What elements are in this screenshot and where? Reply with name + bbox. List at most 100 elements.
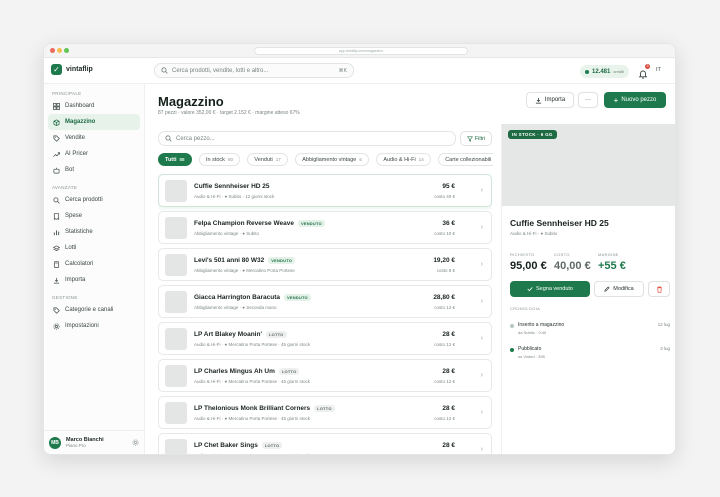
close-dot[interactable] [50,48,55,53]
sidebar-item-categorie-canali[interactable]: Categorie e canali [48,302,140,318]
credits-value: 12.481 [592,68,611,75]
maximize-dot[interactable] [64,48,69,53]
table-row[interactable]: LP Charles Mingus Ah Um LOTTO Audio & Hi-F… [158,359,492,392]
new-item-button[interactable]: + Nuovo pezzo [604,92,666,108]
filter-button[interactable]: Filtri [460,131,492,146]
sidebar-item-bot[interactable]: Bot [48,162,140,178]
notifications-button[interactable]: 3 [638,64,650,79]
minimize-dot[interactable] [57,48,62,53]
item-name-wrap: Felpa Champion Reverse Weave VENDUTO [194,220,325,227]
item-name: Cuffie Sennheiser HD 25 [194,183,270,190]
item-thumbnail [165,328,187,350]
sidebar-item-lotti[interactable]: Lotti [48,240,140,256]
table-row[interactable]: Giacca Harrington Baracuta VENDUTO Abbigli… [158,285,492,318]
item-meta: Abbigliamento vintage · ● Subito [194,231,260,236]
detail-meta: Audio & Hi-Fi · ● Subito [510,231,558,236]
table-row[interactable]: Felpa Champion Reverse Weave VENDUTO Abbig… [158,211,492,244]
edit-button[interactable]: Modifica [594,281,644,297]
import-button[interactable]: Importa [526,92,574,108]
avatar: MB [49,436,61,449]
sidebar-section-main: PRINCIPALE [52,91,82,96]
chevron-right-icon: › [480,224,483,231]
more-button[interactable]: ··· [578,92,598,108]
global-search-input[interactable]: Cerca prodotti, vendite, lotti e altro..… [154,63,354,78]
sidebar-item-vendite[interactable]: Vendite [48,130,140,146]
chip-audio-hifi[interactable]: Audio & Hi-Fi 14 [376,153,431,166]
notification-count: 3 [645,64,650,69]
chip-venduti[interactable]: Venduti 17 [247,153,288,166]
mark-sold-button[interactable]: Segna venduto [510,281,590,297]
item-name: LP Thelonious Monk Brilliant Corners [194,405,311,412]
chip-count: 14 [418,157,424,162]
timeline-sub: da Subito · 0:40 [518,330,547,335]
credits-badge[interactable]: 12.481 crediti [580,65,630,78]
url-bar[interactable]: app.vintaflip.com/magazzino [254,47,468,55]
chip-abbigliamento[interactable]: Abbigliamento vintage 6 [295,153,369,166]
chip-label: In stock [205,156,225,163]
sidebar-item-magazzino[interactable]: Magazzino [48,114,140,130]
sidebar-item-cerca-prodotti[interactable]: Cerca prodotti [48,192,140,208]
sidebar-item-impostazioni[interactable]: Impostazioni [48,318,140,334]
table-row[interactable]: LP Art Blakey Moanin' LOTTO Audio & Hi-Fi … [158,322,492,355]
item-tag: LOTTO [278,368,300,375]
asking-label: RICHIESTO [510,252,535,257]
item-name-wrap: Levi's 501 anni 80 W32 VENDUTO [194,257,296,264]
product-search-input[interactable]: Cerca pezzo... [158,131,456,146]
box-icon [53,118,60,126]
bell-icon [638,70,648,79]
user-plan: Piano Pro [66,443,86,448]
sidebar-item-label: Impostazioni [65,323,99,329]
sidebar-item-dashboard[interactable]: Dashboard [48,98,140,114]
sidebar-item-importa[interactable]: Importa [48,272,140,288]
item-tag: VENDUTO [283,294,311,301]
chevron-right-icon: › [480,187,483,194]
chip-count: 80 [227,157,233,162]
status-badge: IN STOCK · 6 GG [508,130,557,139]
chip-tutti[interactable]: Tutti 88 [158,153,192,166]
browser-chrome: app.vintaflip.com/magazzino [44,44,675,58]
global-search-placeholder: Cerca prodotti, vendite, lotti e altro..… [172,67,269,74]
search-icon [53,196,60,204]
sidebar-item-label: Cerca prodotti [65,197,103,203]
table-row[interactable]: Levi's 501 anni 80 W32 VENDUTO Abbigliamen… [158,248,492,281]
item-cost: costo 12 € [434,342,455,347]
delete-button[interactable] [648,281,670,297]
sidebar-item-spese[interactable]: Spese [48,208,140,224]
chip-count: 88 [179,157,185,162]
language-selector[interactable]: IT [656,67,661,73]
timeline-title: Pubblicato [518,346,542,352]
timeline-date: 12 lug [657,322,670,327]
item-meta: Audio & Hi-Fi · ● Mercatino Porta Portes… [194,416,311,421]
table-row[interactable]: LP Chet Baker SingsLOTTO Audio & Hi-Fi · … [158,433,492,454]
timeline-sub: su Vinted · 395 [518,354,545,359]
chevron-right-icon: › [480,261,483,268]
sidebar-item-statistiche[interactable]: Statistiche [48,224,140,240]
settings-icon[interactable] [132,439,139,446]
sidebar-item-calcolatori[interactable]: Calcolatori [48,256,140,272]
chip-in-stock[interactable]: In stock 80 [198,153,240,166]
item-name: Levi's 501 anni 80 W32 [194,257,265,264]
chevron-right-icon: › [480,298,483,305]
credits-unit: crediti [613,69,625,74]
chip-label: Carte collezionabili [445,156,492,163]
table-row[interactable]: LP Thelonious Monk Brilliant Corners LOTT… [158,396,492,429]
item-name: Felpa Champion Reverse Weave [194,220,294,227]
chip-carte[interactable]: Carte collezionabili3 [438,153,493,166]
table-row[interactable]: Cuffie Sennheiser HD 25 Audio & Hi-Fi · ●… [158,174,492,207]
item-thumbnail [165,217,187,239]
margin-label: MARGINE [598,252,619,257]
chart-icon [53,229,60,235]
app-logo[interactable]: ✓ vintaflip [51,64,93,75]
logo-icon: ✓ [51,64,62,75]
asking-value: 95,00 € [510,260,547,272]
check-icon [527,287,533,292]
sidebar-item-ai-pricer[interactable]: AI Pricer [48,146,140,162]
item-name-wrap: LP Charles Mingus Ah Um LOTTO [194,368,300,375]
product-image: IN STOCK · 6 GG [502,124,675,206]
item-cost: costo 40 € [434,194,455,199]
item-meta: Audio & Hi-Fi · ● Mercatino Porta Portes… [194,453,310,454]
user-profile[interactable]: MB Marco Bianchi Piano Pro [44,430,144,454]
item-meta: Audio & Hi-Fi · ● Mercatino Porta Portes… [194,342,311,347]
item-name-wrap: LP Art Blakey Moanin' LOTTO [194,331,287,338]
chevron-right-icon: › [480,372,483,379]
